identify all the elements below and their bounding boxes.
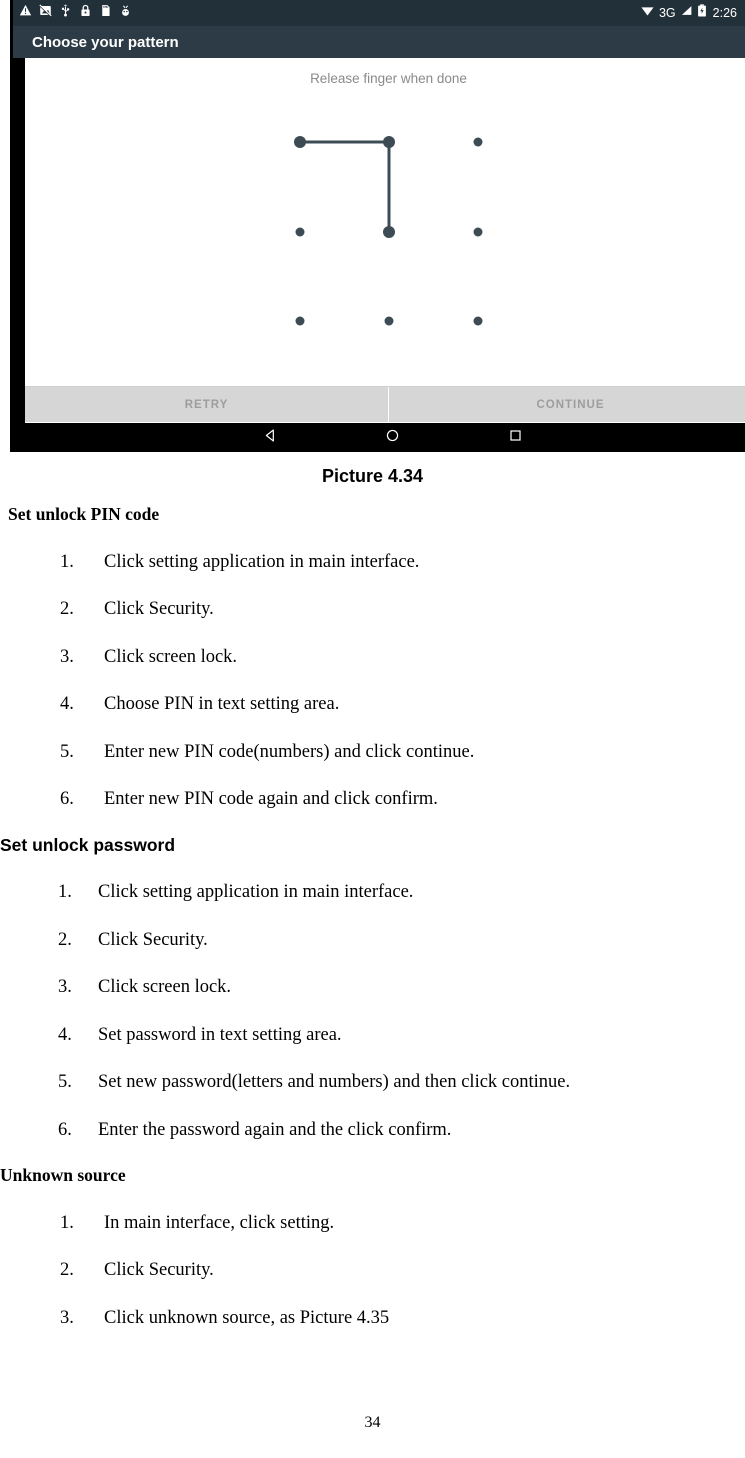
list-item-text: In main interface, click setting. xyxy=(104,1212,335,1233)
continue-button[interactable]: CONTINUE xyxy=(389,387,745,422)
page-number: 34 xyxy=(364,1414,381,1431)
home-button[interactable] xyxy=(367,423,417,452)
step-list: 1. In main interface, click setting. 2. Cli… xyxy=(0,1212,745,1328)
doc-section: Set unlock password 1. Click setting appli… xyxy=(0,834,745,1140)
document-body: Set unlock PIN code 1. Click setting appli… xyxy=(0,504,745,1328)
pattern-lock-grid[interactable] xyxy=(25,58,745,383)
lock-icon xyxy=(79,4,92,22)
list-item-text: Click screen lock. xyxy=(104,646,238,667)
usb-icon xyxy=(59,4,72,22)
list-item-number: 6. xyxy=(60,789,74,809)
list-item: 1. In main interface, click setting. xyxy=(0,1212,745,1233)
section-heading: Set unlock password xyxy=(0,834,176,855)
list-item: 3. Click screen lock. xyxy=(0,646,745,667)
recents-square-icon xyxy=(508,428,523,448)
step-list: 1. Click setting application in main inte… xyxy=(0,883,745,1139)
list-item-number: 6. xyxy=(58,1119,72,1140)
list-item-text: Click Security. xyxy=(104,1260,214,1280)
pattern-dot[interactable] xyxy=(383,226,395,238)
bluetooth-icon xyxy=(119,4,132,22)
status-bar-right-icons: 3G 2:26 xyxy=(640,4,737,22)
no-sim-icon xyxy=(39,4,52,22)
list-item-number: 2. xyxy=(60,1260,74,1280)
figure-caption: Picture 4.34 xyxy=(321,466,424,486)
pattern-dot[interactable] xyxy=(295,227,305,237)
list-item-number: 5. xyxy=(60,741,74,762)
list-item-number: 4. xyxy=(58,1024,72,1045)
list-item-number: 3. xyxy=(60,646,74,667)
list-item-text: Click setting application in main interf… xyxy=(98,882,414,902)
section-heading: Set unlock PIN code xyxy=(8,504,160,524)
list-item: 3. Click unknown source, as Picture 4.35 xyxy=(0,1307,745,1328)
list-item-number: 3. xyxy=(60,1307,74,1328)
pattern-dot[interactable] xyxy=(473,137,483,147)
pattern-dot[interactable] xyxy=(383,136,395,148)
step-list: 1. Click setting application in main inte… xyxy=(0,551,745,809)
pattern-path-lines xyxy=(300,140,391,232)
doc-section: Unknown source 1. In main interface, click… xyxy=(0,1165,745,1328)
list-item: 2. Click Security. xyxy=(0,600,745,619)
list-item-number: 1. xyxy=(60,551,74,572)
list-item-text: Enter new PIN code again and click confi… xyxy=(104,789,438,809)
battery-icon xyxy=(697,4,707,22)
list-item-text: Click Security. xyxy=(98,929,208,950)
page-title: Choose your pattern xyxy=(32,33,179,51)
list-item: 1. Click setting application in main inte… xyxy=(0,883,745,902)
section-heading: Unknown source xyxy=(0,1165,126,1185)
list-item-text: Click unknown source, as Picture 4.35 xyxy=(104,1307,390,1328)
list-item-number: 3. xyxy=(58,977,72,997)
list-item-number: 1. xyxy=(60,1212,74,1233)
list-item-text: Set new password(letters and numbers) an… xyxy=(98,1072,571,1092)
doc-section: Set unlock PIN code 1. Click setting appli… xyxy=(0,504,745,809)
pattern-button-bar: RETRY CONTINUE xyxy=(25,386,745,422)
wifi-icon xyxy=(640,4,655,22)
pattern-dot[interactable] xyxy=(294,136,306,148)
list-item-number: 2. xyxy=(60,599,74,619)
list-item-text: Enter the password again and the click c… xyxy=(98,1119,452,1140)
pattern-svg[interactable] xyxy=(25,58,745,383)
list-item-text: Enter new PIN code(numbers) and click co… xyxy=(104,741,475,762)
list-item: 6. Enter the password again and the click… xyxy=(0,1119,745,1140)
pattern-dot[interactable] xyxy=(295,316,305,326)
back-button[interactable] xyxy=(245,423,295,452)
warning-icon xyxy=(19,4,32,22)
list-item: 4. Choose PIN in text setting area. xyxy=(0,695,745,714)
list-item: 2. Click Security. xyxy=(0,1261,745,1280)
back-triangle-icon xyxy=(263,428,278,448)
list-item-number: 1. xyxy=(58,882,72,902)
list-item-text: Set password in text setting area. xyxy=(98,1024,342,1045)
recents-button[interactable] xyxy=(490,423,540,452)
pattern-dot[interactable] xyxy=(473,227,483,237)
status-bar-left-icons xyxy=(19,4,132,22)
list-item: 5. Set new password(letters and numbers) … xyxy=(0,1073,745,1092)
device-screenshot-figure: 3G 2:26 Choose your pattern Release fing… xyxy=(10,0,745,452)
pattern-screen-body: Release finger when done xyxy=(25,58,745,423)
list-item-text: Click screen lock. xyxy=(98,977,232,997)
list-item: 5. Enter new PIN code(numbers) and click … xyxy=(0,741,745,762)
list-item: 1. Click setting application in main inte… xyxy=(0,551,745,572)
signal-icon xyxy=(680,4,693,22)
list-item-text: Choose PIN in text setting area. xyxy=(104,694,340,714)
retry-button[interactable]: RETRY xyxy=(25,387,388,422)
list-item-number: 4. xyxy=(60,694,74,714)
list-item: 2. Click Security. xyxy=(0,929,745,950)
sd-card-icon xyxy=(99,4,112,22)
clock-label: 2:26 xyxy=(712,6,737,20)
network-type-label: 3G xyxy=(658,6,676,20)
status-bar: 3G 2:26 xyxy=(13,0,745,26)
navigation-bar xyxy=(13,423,745,452)
action-bar: Choose your pattern xyxy=(13,26,745,58)
list-item-text: Click setting application in main interf… xyxy=(104,551,420,572)
home-circle-icon xyxy=(385,428,400,448)
list-item: 3. Click screen lock. xyxy=(0,978,745,997)
pattern-dot[interactable] xyxy=(473,316,483,326)
list-item-number: 2. xyxy=(58,929,72,950)
list-item-number: 5. xyxy=(58,1072,72,1092)
pattern-dot[interactable] xyxy=(384,316,394,326)
list-item: 4. Set password in text setting area. xyxy=(0,1024,745,1045)
list-item-text: Click Security. xyxy=(104,599,214,619)
list-item: 6. Enter new PIN code again and click con… xyxy=(0,790,745,809)
